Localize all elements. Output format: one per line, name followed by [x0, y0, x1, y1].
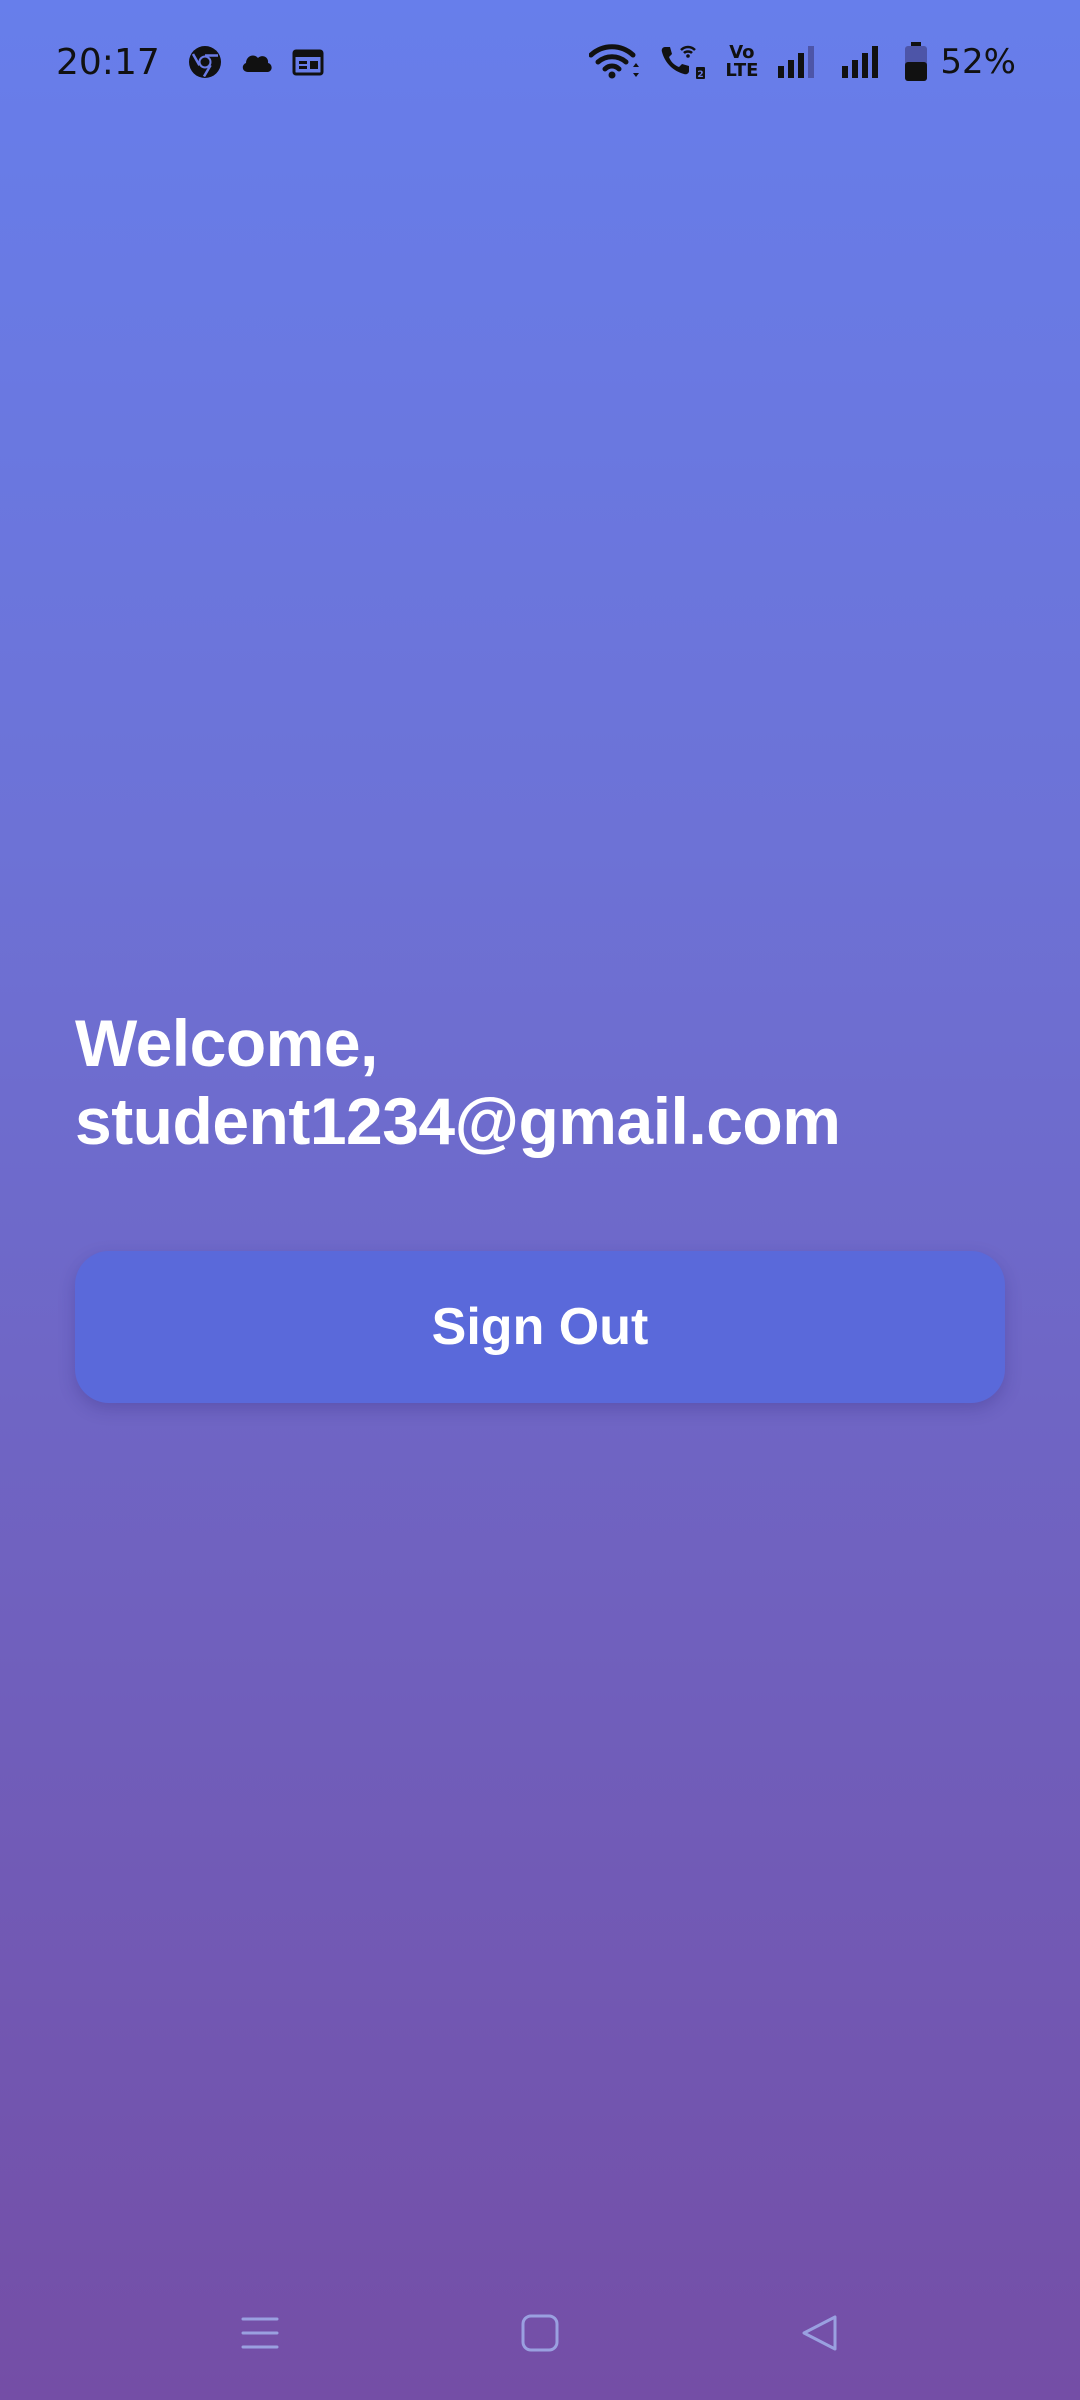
back-button[interactable]: [770, 2285, 870, 2385]
status-right: 2 Vo LTE 52%: [589, 42, 1016, 82]
status-time: 20:17: [56, 41, 160, 83]
svg-text:2: 2: [698, 70, 704, 80]
recents-button[interactable]: [210, 2285, 310, 2385]
cloud-icon: [240, 51, 274, 73]
calendar-icon: [292, 48, 324, 76]
back-icon: [800, 2313, 840, 2358]
volte-bottom-label: LTE: [725, 60, 759, 81]
battery-icon: [904, 42, 928, 82]
home-button[interactable]: [490, 2285, 590, 2385]
welcome-heading: Welcome,: [75, 1006, 378, 1080]
recents-icon: [240, 2313, 280, 2358]
status-left: 20:17: [56, 42, 324, 83]
user-email: student1234@gmail.com: [75, 1084, 841, 1158]
sign-out-label: Sign Out: [431, 1298, 649, 1356]
volte-icon: Vo LTE: [725, 44, 758, 80]
home-icon: [520, 2313, 560, 2358]
welcome-section: Welcome, student1234@gmail.com: [75, 1004, 1005, 1160]
signal-sim2-icon: [840, 44, 886, 80]
status-bar: 20:17 2 Vo LTE 52%: [0, 0, 1080, 124]
chrome-icon: [188, 45, 222, 79]
wifi-icon: [589, 43, 641, 81]
signal-sim1-icon: [776, 44, 822, 80]
battery-percentage: 52%: [940, 42, 1016, 82]
navigation-bar: [0, 2280, 1080, 2390]
wifi-call-icon: 2: [659, 43, 707, 81]
sign-out-button[interactable]: Sign Out: [75, 1251, 1005, 1403]
